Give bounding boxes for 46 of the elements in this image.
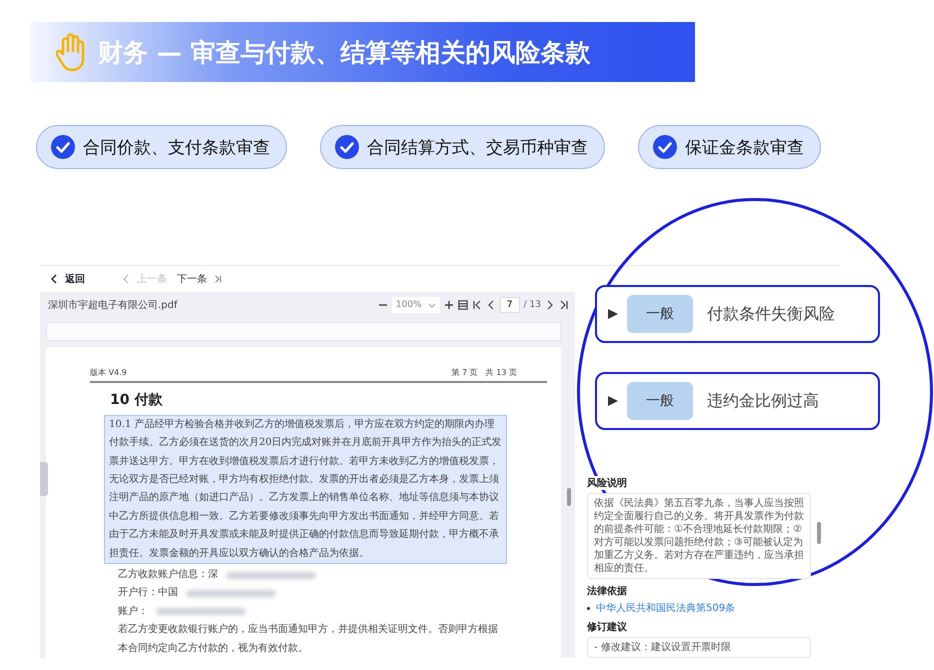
last-page-icon[interactable] — [559, 300, 569, 310]
scrollbar-thumb[interactable] — [817, 522, 821, 544]
highlighted-paragraph: 10.1 产品经甲方检验合格并收到乙方的增值税发票后，甲方应在双方约定的期限内办理付款手续。乙方必须在送货的次月20日内完成对账并在月底前开具甲方作为抬头的正式发票并送达甲方。甲方在收到增值税发票后才进行付款。若甲方未收到乙方的增值税发票，无论双方是否已经对账，甲方均有权拒绝付款。发票的开出者必须是乙方本身，发票上须注明产品的原产地（如进口产品）。乙方发票上的销售单位名称、地址等信息须与本协议中乙方所提供信息相一致。乙方若要修改须事先向甲方发出书面通知，并经甲方同意。若由于乙方未能及时开具发票或未能及时提供正确的付款信息而导致延期付款，甲方概不承担责任。发票金额的开具应以双方确认的合格产品为依据。 — [104, 414, 507, 564]
page-total: / 13 — [524, 300, 541, 310]
next-link[interactable]: 下一条 — [174, 272, 210, 286]
next-page-icon[interactable] — [545, 300, 555, 310]
scrollbar-thumb[interactable] — [567, 488, 571, 506]
section-heading: 修订建议 — [587, 620, 627, 634]
feature-label: 合同结算方式、交易币种审查 — [367, 136, 588, 158]
section-title: 10 付款 — [110, 390, 164, 409]
risk-title: 违约金比例过高 — [707, 390, 819, 412]
paragraph: 乙方收款账户信息：深 — [118, 568, 218, 582]
severity-tag: 一般 — [627, 382, 693, 420]
section-heading: 法律依据 — [587, 584, 627, 598]
chevron-left-icon — [122, 274, 130, 284]
hand-icon — [56, 32, 86, 72]
page-layout-icon[interactable] — [458, 300, 468, 310]
paragraph: 若乙方变更收款银行账户的，应当书面通知甲方，并提供相关证明文件。否则甲方根据本合同约定向乙方付款的，视为有效付款。 — [118, 622, 499, 656]
risk-title: 付款条件失衡风险 — [707, 304, 835, 324]
file-name: 深圳市宇超电子有限公司.pdf — [48, 298, 178, 312]
caret-icon — [428, 302, 436, 308]
page-header: 版本 V4.9 — [90, 366, 127, 378]
banner-title: 财务 — 审查与付款、结算等相关的风险条款 — [98, 36, 590, 68]
previous-page-icon[interactable] — [486, 300, 496, 310]
paragraph: 开户行：中国 — [118, 586, 178, 600]
bullet-icon — [587, 606, 590, 610]
law-link[interactable]: 中华人民共和国民法典第509条 — [596, 601, 736, 615]
feature-label: 合同价款、支付条款审查 — [83, 136, 270, 158]
severity-tag: 一般 — [627, 295, 693, 333]
first-page-icon[interactable] — [472, 300, 482, 310]
zoom-select[interactable]: 100% — [392, 297, 440, 313]
chevron-left-icon — [50, 274, 58, 284]
feature-label: 保证金条款审查 — [685, 136, 804, 158]
text-panel: 依据《民法典》第五百零九条，当事人应当按照约定全面履行自己的义务。将开具发票作为付款的前提条件可能：①不合理地延长付款期限；②对方可能以发票问题拒绝付款；③可能被认定为加重乙方义务。若对方存在严重违约，应当承担相应的责任。 — [587, 493, 811, 579]
back-link[interactable]: 返回 — [62, 272, 88, 286]
section-heading: 风险说明 — [587, 476, 627, 490]
zoom-value: 100% — [396, 300, 422, 310]
expand-arrow-icon[interactable] — [607, 395, 619, 407]
collapse-handle[interactable] — [40, 462, 48, 496]
expand-arrow-icon[interactable] — [607, 308, 619, 320]
zoom-in-icon[interactable] — [444, 300, 454, 310]
page-number: 第 7 页 共 13 页 — [452, 366, 517, 378]
page-number-field[interactable]: 7 — [500, 297, 520, 313]
text-panel: - 修改建议：建议设置开票时限 — [587, 637, 811, 658]
paragraph: 账户： — [118, 604, 148, 619]
last-page-icon[interactable] — [214, 274, 222, 284]
